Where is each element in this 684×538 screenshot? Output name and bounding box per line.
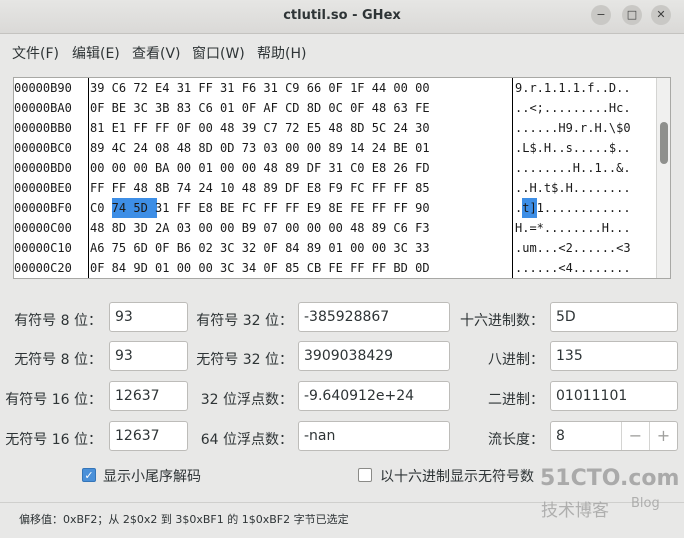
ascii-row[interactable]: ......H9.r.H.\$0 xyxy=(515,118,631,138)
menu-help[interactable]: 帮助(H) xyxy=(257,43,306,63)
vertical-scrollbar[interactable] xyxy=(656,78,670,278)
offset-cell: 00000BB0 xyxy=(14,121,72,135)
float-64-label: 64 位浮点数： xyxy=(200,432,293,448)
signed-8-label: 有符号 8 位： xyxy=(14,313,102,329)
title-bar: ctlutil.so - GHex − □ ✕ xyxy=(0,0,684,34)
stream-length-value: 8 xyxy=(556,428,565,444)
hexadecimal-field[interactable]: 5D xyxy=(550,302,678,332)
octal-label: 八进制： xyxy=(488,352,544,368)
menu-view[interactable]: 查看(V) xyxy=(132,43,181,63)
signed-8-field[interactable]: 93 xyxy=(109,302,188,332)
ascii-row[interactable]: H.=*........H... xyxy=(515,218,631,238)
hex-row[interactable]: 00 00 00 BA 00 01 00 00 48 89 DF 31 C0 E… xyxy=(90,158,430,178)
unsigned-32-label: 无符号 32 位： xyxy=(196,352,293,368)
menu-bar: 文件(F) 编辑(E) 查看(V) 窗口(W) 帮助(H) xyxy=(0,34,684,66)
status-text: 偏移值：0xBF2；从 2$0x2 到 3$0xBF1 的 1$0xBF2 字节… xyxy=(19,513,349,526)
offset-cell: 00000BF0 xyxy=(14,201,72,215)
float-64-field[interactable]: -nan xyxy=(298,421,450,451)
watermark-subtitle: 技术博客 xyxy=(541,501,609,521)
offset-cell: 00000BA0 xyxy=(14,101,72,115)
menu-window[interactable]: 窗口(W) xyxy=(192,43,245,63)
hex-row[interactable]: 0F 84 9D 01 00 00 3C 34 0F 85 CB FE FF F… xyxy=(90,258,430,278)
binary-label: 二进制： xyxy=(488,392,544,408)
offset-cell: 00000BE0 xyxy=(14,181,72,195)
ascii-column[interactable]: 9.r.1.1.1.f..D.. ..<;.........Hc. ......… xyxy=(514,78,656,278)
ascii-row[interactable]: .um...<2......<3 xyxy=(515,238,631,258)
window-title: ctlutil.so - GHex xyxy=(283,8,401,23)
hex-row[interactable]: 39 C6 72 E4 31 FF 31 F6 31 C9 66 0F 1F 4… xyxy=(90,78,430,98)
hex-column[interactable]: 39 C6 72 E4 31 FF 31 F6 31 C9 66 0F 1F 4… xyxy=(90,78,513,278)
menu-file[interactable]: 文件(F) xyxy=(12,43,59,63)
ascii-row[interactable]: .L$.H..s.....$.. xyxy=(515,138,631,158)
hex-unsigned-checkbox[interactable] xyxy=(358,468,372,482)
unsigned-16-label: 无符号 16 位： xyxy=(5,432,102,448)
offset-cell: 00000C00 xyxy=(14,221,72,235)
unsigned-32-field[interactable]: 3909038429 xyxy=(298,341,450,371)
minimize-icon[interactable]: − xyxy=(591,5,611,25)
offset-cell: 00000C20 xyxy=(14,261,72,275)
stream-length-spinner[interactable]: 8 − + xyxy=(550,421,678,451)
ascii-row[interactable]: ..<;.........Hc. xyxy=(515,98,631,118)
octal-field[interactable]: 135 xyxy=(550,341,678,371)
hex-row[interactable]: 0F BE 3C 3B 83 C6 01 0F AF CD 8D 0C 0F 4… xyxy=(90,98,430,118)
ascii-row[interactable]: ..H.t$.H........ xyxy=(515,178,631,198)
offset-cell: 00000BC0 xyxy=(14,141,72,155)
menu-edit[interactable]: 编辑(E) xyxy=(72,43,120,63)
hex-row[interactable]: C0 74 5D 31 FF E8 BE FC FF FF E9 8E FE F… xyxy=(90,198,430,218)
binary-field[interactable]: 01011101 xyxy=(550,381,678,411)
watermark-blog: Blog xyxy=(631,496,660,511)
ascii-row[interactable]: 9.r.1.1.1.f..D.. xyxy=(515,78,631,98)
close-icon[interactable]: ✕ xyxy=(651,5,671,25)
signed-32-label: 有符号 32 位： xyxy=(196,313,293,329)
offset-cell: 00000BD0 xyxy=(14,161,72,175)
hexadecimal-label: 十六进制数： xyxy=(460,313,544,329)
watermark-logo: 51CTO.com xyxy=(540,466,680,491)
signed-32-field[interactable]: -385928867 xyxy=(298,302,450,332)
hex-unsigned-label[interactable]: 以十六进制显示无符号数 xyxy=(380,466,534,486)
offset-cell: 00000C10 xyxy=(14,241,72,255)
increment-button[interactable]: + xyxy=(649,422,677,450)
little-endian-checkbox[interactable]: ✓ xyxy=(82,468,96,482)
float-32-label: 32 位浮点数： xyxy=(200,392,293,408)
hex-view[interactable]: 00000B90 00000BA0 00000BB0 00000BC0 0000… xyxy=(13,77,671,279)
ascii-row[interactable]: ......<4........ xyxy=(515,258,631,278)
hex-row[interactable]: FF FF 48 8B 74 24 10 48 89 DF E8 F9 FC F… xyxy=(90,178,430,198)
scrollbar-thumb[interactable] xyxy=(660,122,668,164)
unsigned-8-label: 无符号 8 位： xyxy=(14,352,102,368)
hex-row[interactable]: A6 75 6D 0F B6 02 3C 32 0F 84 89 01 00 0… xyxy=(90,238,430,258)
hex-row[interactable]: 81 E1 FF FF 0F 00 48 39 C7 72 E5 48 8D 5… xyxy=(90,118,430,138)
stream-length-label: 流长度： xyxy=(488,432,544,448)
offset-column: 00000B90 00000BA0 00000BB0 00000BC0 0000… xyxy=(14,78,89,278)
decrement-button[interactable]: − xyxy=(621,422,649,450)
signed-16-field[interactable]: 12637 xyxy=(109,381,188,411)
maximize-icon[interactable]: □ xyxy=(622,5,642,25)
hex-row[interactable]: 48 8D 3D 2A 03 00 00 B9 07 00 00 00 48 8… xyxy=(90,218,430,238)
unsigned-8-field[interactable]: 93 xyxy=(109,341,188,371)
ascii-row[interactable]: .t]1............ xyxy=(515,198,631,218)
little-endian-label[interactable]: 显示小尾序解码 xyxy=(103,466,201,486)
offset-cell: 00000B90 xyxy=(14,81,72,95)
float-32-field[interactable]: -9.640912e+24 xyxy=(298,381,450,411)
hex-row[interactable]: 89 4C 24 08 48 8D 0D 73 03 00 00 89 14 2… xyxy=(90,138,430,158)
unsigned-16-field[interactable]: 12637 xyxy=(109,421,188,451)
ascii-row[interactable]: ........H..1..&. xyxy=(515,158,631,178)
signed-16-label: 有符号 16 位： xyxy=(5,392,102,408)
